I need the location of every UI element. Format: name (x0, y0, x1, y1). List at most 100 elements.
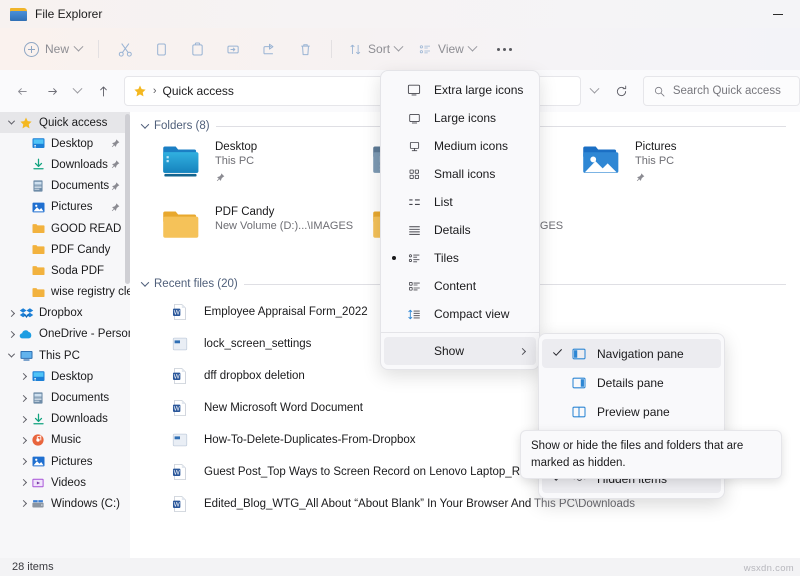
up-button[interactable] (88, 76, 117, 106)
rename-button[interactable] (215, 34, 251, 64)
sidebar-item-documents[interactable]: Documents (0, 176, 130, 197)
view-button[interactable]: View (410, 38, 484, 61)
show-submenu-item-details-pane[interactable]: Details pane (542, 368, 721, 397)
expander-right-icon[interactable] (4, 332, 18, 337)
view-menu-item-label: Show (434, 344, 464, 358)
navigation-pane[interactable]: Quick accessDesktopDownloadsDocumentsPic… (0, 112, 130, 558)
sidebar-item-soda-pdf[interactable]: Soda PDF (0, 260, 130, 281)
expander-right-icon[interactable] (16, 459, 30, 464)
svg-text:W: W (174, 501, 180, 508)
view-menu-item-details[interactable]: Details (384, 216, 536, 244)
search-placeholder: Search Quick access (673, 85, 781, 97)
expander-right-icon[interactable] (16, 501, 30, 506)
folder-tile[interactable]: PicturesThis PC (578, 138, 788, 198)
sidebar-item-onedrive-persona[interactable]: OneDrive - Persona (0, 324, 130, 345)
folder-name: Pictures (635, 141, 677, 153)
folder-tile[interactable]: DesktopThis PC (158, 138, 368, 198)
sort-button[interactable]: Sort (340, 38, 410, 61)
sidebar-item-label: Quick access (39, 117, 107, 129)
see-more-button[interactable] (490, 35, 520, 63)
sidebar-item-desktop[interactable]: Desktop (0, 133, 130, 154)
sidebar-item-pictures[interactable]: Pictures (0, 197, 130, 218)
share-button[interactable] (251, 34, 287, 64)
view-menu-item-extra-large-icons[interactable]: Extra large icons (384, 76, 536, 104)
expander-right-icon[interactable] (16, 417, 30, 422)
view-menu-item-content[interactable]: Content (384, 272, 536, 300)
recent-file-name: Edited_Blog_WTG_All About “About Blank” … (204, 498, 534, 510)
search-box[interactable]: Search Quick access (643, 76, 800, 106)
new-button-label: New (45, 42, 69, 56)
view-menu-item-medium-icons[interactable]: Medium icons (384, 132, 536, 160)
sidebar-item-videos[interactable]: Videos (0, 472, 130, 493)
breadcrumb-separator: › (153, 85, 157, 97)
view-menu-item-tiles[interactable]: Tiles (384, 244, 536, 272)
view-menu-item-small-icons[interactable]: Small icons (384, 160, 536, 188)
pin-icon (635, 170, 677, 188)
view-menu[interactable]: Extra large iconsLarge iconsMedium icons… (380, 70, 540, 370)
details-icon (405, 223, 423, 238)
chevron-down-icon (141, 278, 149, 286)
breadcrumb-current[interactable]: Quick access (163, 84, 234, 98)
expander-right-icon[interactable] (16, 374, 30, 379)
sidebar-item-dropbox[interactable]: Dropbox (0, 303, 130, 324)
sidebar-item-good-read[interactable]: GOOD READ (0, 218, 130, 239)
sidebar-item-label: Music (51, 434, 81, 446)
star-icon (18, 115, 34, 131)
sidebar-item-quick-access[interactable]: Quick access (0, 112, 130, 133)
refresh-button[interactable] (608, 76, 634, 106)
svg-text:W: W (174, 405, 180, 412)
file-explorer-window: File Explorer New (0, 0, 800, 576)
address-dropdown-button[interactable] (581, 76, 608, 106)
folder-location: New Volume (D:)...\IMAGES (215, 220, 353, 232)
view-menu-item-show[interactable]: Show (384, 337, 536, 365)
expander-right-icon[interactable] (16, 438, 30, 443)
delete-button[interactable] (287, 34, 323, 64)
refresh-icon (614, 84, 629, 99)
recent-file-path: This PC\Downloads (534, 498, 635, 510)
expander-down-icon[interactable] (4, 353, 18, 358)
hidden-items-tooltip: Show or hide the files and folders that … (520, 430, 782, 479)
sidebar-item-desktop[interactable]: Desktop (0, 366, 130, 387)
check-icon (551, 346, 564, 362)
expander-right-icon[interactable] (16, 396, 30, 401)
onedrive-icon (18, 326, 34, 342)
show-submenu-item-preview-pane[interactable]: Preview pane (542, 397, 721, 426)
new-button[interactable]: New (16, 38, 90, 61)
back-button[interactable] (8, 76, 37, 106)
sort-icon (348, 42, 363, 57)
view-menu-item-label: Content (434, 279, 476, 293)
copy-button[interactable] (143, 34, 179, 64)
view-menu-item-large-icons[interactable]: Large icons (384, 104, 536, 132)
share-icon (261, 41, 278, 58)
sidebar-item-wise-registry-clean[interactable]: wise registry clean (0, 282, 130, 303)
sidebar-item-downloads[interactable]: Downloads (0, 409, 130, 430)
minimize-button[interactable] (756, 0, 800, 28)
documents-icon (30, 390, 46, 406)
sidebar-item-pictures[interactable]: Pictures (0, 451, 130, 472)
show-submenu-item-navigation-pane[interactable]: Navigation pane (542, 339, 721, 368)
expander-down-icon[interactable] (4, 120, 18, 125)
menu-divider (381, 332, 539, 333)
paste-icon (189, 41, 206, 58)
sidebar-item-label: Windows (C:) (51, 498, 120, 510)
expander-right-icon[interactable] (16, 480, 30, 485)
expander-right-icon[interactable] (4, 311, 18, 316)
view-menu-item-label: Tiles (434, 251, 459, 265)
cut-button[interactable] (107, 34, 143, 64)
view-menu-item-compact-view[interactable]: Compact view (384, 300, 536, 328)
sidebar-item-downloads[interactable]: Downloads (0, 154, 130, 175)
view-menu-item-label: List (434, 195, 453, 209)
up-icon (96, 84, 111, 99)
status-bar: 28 items (0, 558, 800, 576)
sidebar-item-pdf-candy[interactable]: PDF Candy (0, 239, 130, 260)
paste-button[interactable] (179, 34, 215, 64)
sidebar-item-windows-c[interactable]: Windows (C:) (0, 493, 130, 514)
sidebar-item-documents[interactable]: Documents (0, 387, 130, 408)
folder-tile[interactable]: PDF CandyNew Volume (D:)...\IMAGES (158, 203, 368, 263)
forward-button[interactable] (37, 76, 66, 106)
sidebar-item-this-pc[interactable]: This PC (0, 345, 130, 366)
window-title: File Explorer (35, 7, 102, 21)
view-menu-item-list[interactable]: List (384, 188, 536, 216)
sidebar-item-music[interactable]: Music (0, 430, 130, 451)
recent-locations-button[interactable] (67, 76, 89, 106)
